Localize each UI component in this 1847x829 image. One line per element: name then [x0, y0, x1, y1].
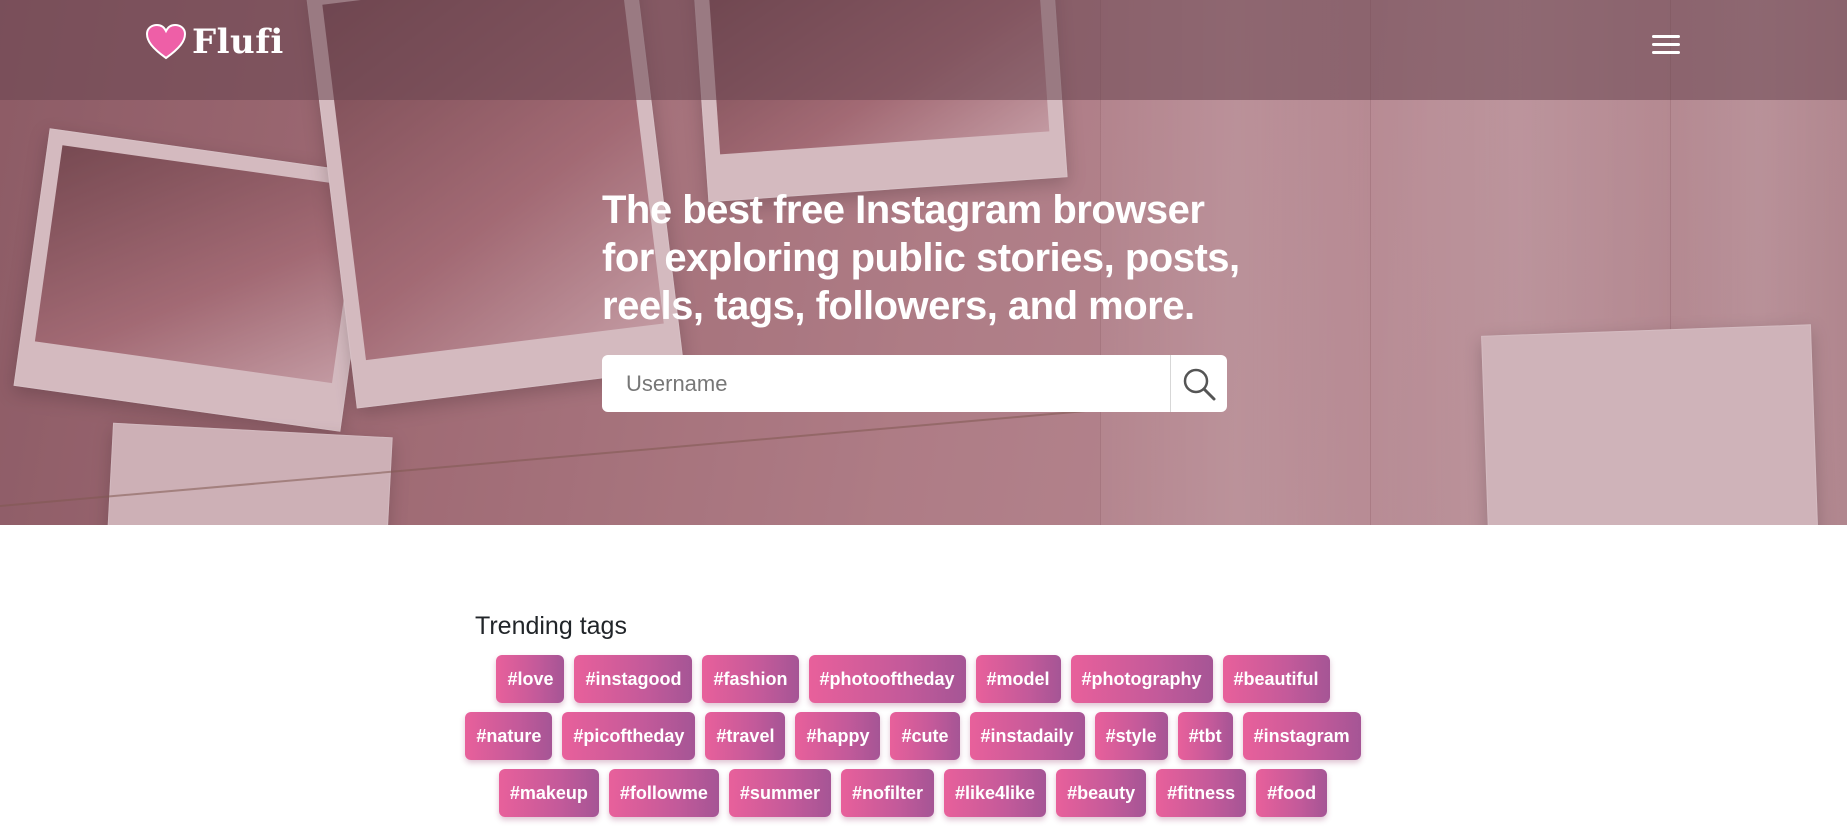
trending-title: Trending tags [475, 612, 627, 640]
search-bar [602, 355, 1227, 412]
tag-nofilter[interactable]: #nofilter [840, 769, 934, 817]
tag-fashion[interactable]: #fashion [702, 655, 799, 703]
tag-tbt[interactable]: #tbt [1177, 712, 1233, 760]
tag-like4like[interactable]: #like4like [943, 769, 1047, 817]
tag-model[interactable]: #model [975, 655, 1061, 703]
heart-icon [146, 24, 186, 60]
search-button[interactable] [1170, 355, 1227, 412]
tag-beautiful[interactable]: #beautiful [1222, 655, 1330, 703]
tags-row: #makeup #followme #summer #nofilter #lik… [468, 769, 1358, 817]
tag-photography[interactable]: #photography [1070, 655, 1213, 703]
tag-summer[interactable]: #summer [728, 769, 831, 817]
tag-followme[interactable]: #followme [608, 769, 719, 817]
tag-nature[interactable]: #nature [465, 712, 553, 760]
tag-makeup[interactable]: #makeup [498, 769, 599, 817]
magnifier-icon [1183, 368, 1216, 400]
tag-love[interactable]: #love [496, 655, 565, 703]
tag-travel[interactable]: #travel [705, 712, 786, 760]
tag-style[interactable]: #style [1094, 712, 1168, 760]
tag-fitness[interactable]: #fitness [1156, 769, 1247, 817]
hamburger-menu-icon[interactable] [1652, 35, 1680, 57]
username-input[interactable] [602, 355, 1170, 412]
tag-instagram[interactable]: #instagram [1242, 712, 1361, 760]
tag-photooftheday[interactable]: #photooftheday [808, 655, 966, 703]
top-navbar: Flufi [0, 0, 1847, 100]
tag-happy[interactable]: #happy [795, 712, 881, 760]
brand-logo[interactable]: Flufi [146, 22, 284, 62]
tag-beauty[interactable]: #beauty [1056, 769, 1147, 817]
tag-cute[interactable]: #cute [890, 712, 960, 760]
tag-picoftheday[interactable]: #picoftheday [562, 712, 696, 760]
tag-food[interactable]: #food [1256, 769, 1328, 817]
tag-instadaily[interactable]: #instadaily [969, 712, 1085, 760]
brand-name: Flufi [192, 22, 284, 62]
tag-instagood[interactable]: #instagood [574, 655, 693, 703]
hero-headline: The best free Instagram browser for expl… [602, 188, 1240, 328]
trending-tags-section: Trending tags #love #instagood #fashion … [465, 612, 1361, 826]
tags-row: #love #instagood #fashion #photooftheday… [468, 655, 1358, 703]
tags-row: #nature #picoftheday #travel #happy #cut… [465, 712, 1361, 760]
